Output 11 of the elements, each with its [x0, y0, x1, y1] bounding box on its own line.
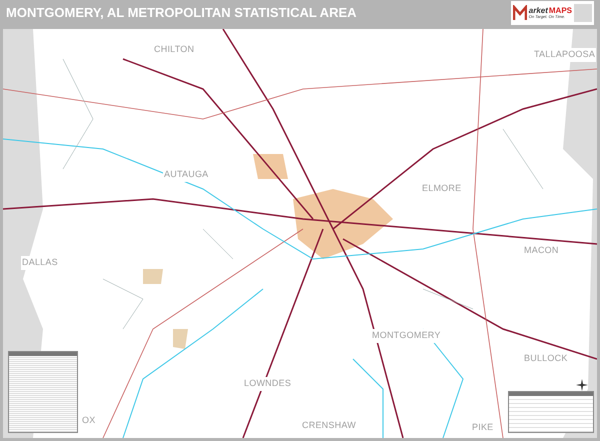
county-label: TALLAPOOSA: [533, 48, 596, 62]
logo-text: arket: [528, 7, 548, 15]
county-label: MONTGOMERY: [371, 329, 442, 342]
map-title: MONTGOMERY, AL METROPOLITAN STATISTICAL AREA: [6, 4, 357, 22]
compass-icon: [576, 379, 588, 391]
contact-block: [574, 4, 592, 22]
logo-mark-icon: [512, 5, 527, 21]
county-label: DALLAS: [21, 256, 59, 270]
county-label: AUTAUGA: [163, 168, 210, 182]
county-label: LOWNDES: [243, 377, 292, 390]
logo-maps-text: MAPS: [548, 7, 572, 15]
